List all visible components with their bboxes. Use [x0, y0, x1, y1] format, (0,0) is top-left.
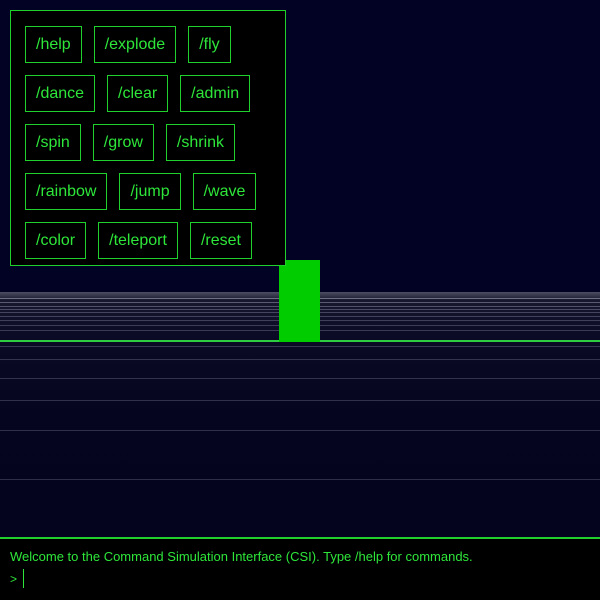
grow-command-button[interactable]: /grow: [92, 124, 154, 161]
game-stage: /help /explode /fly /dance /clear /admin…: [0, 0, 600, 600]
command-row: /spin /grow /shrink: [25, 124, 236, 161]
console-input-row: >: [10, 569, 584, 589]
clear-command-button[interactable]: /clear: [107, 75, 169, 112]
command-row: /color /teleport /reset: [25, 222, 252, 259]
rainbow-command-button[interactable]: /rainbow: [25, 173, 108, 210]
console-welcome-message: Welcome to the Command Simulation Interf…: [10, 549, 473, 564]
command-row: /dance /clear /admin: [25, 75, 251, 112]
console-input-wrapper: [23, 569, 584, 589]
dance-command-button[interactable]: /dance: [25, 75, 96, 112]
reset-command-button[interactable]: /reset: [189, 222, 252, 259]
fly-command-button[interactable]: /fly: [188, 26, 231, 63]
grid-line: [0, 359, 600, 360]
console-panel: Welcome to the Command Simulation Interf…: [0, 537, 600, 600]
teleport-command-button[interactable]: /teleport: [98, 222, 178, 259]
jump-command-button[interactable]: /jump: [119, 173, 181, 210]
command-input[interactable]: [23, 569, 584, 589]
grid-line: [0, 346, 600, 347]
grid-line: [0, 479, 600, 480]
grid-line: [0, 430, 600, 431]
grid-line: [0, 400, 600, 401]
console-prompt: >: [10, 572, 18, 586]
admin-command-button[interactable]: /admin: [180, 75, 251, 112]
spin-command-button[interactable]: /spin: [25, 124, 81, 161]
command-row: /help /explode /fly: [25, 26, 231, 63]
wave-command-button[interactable]: /wave: [192, 173, 257, 210]
shrink-command-button[interactable]: /shrink: [165, 124, 236, 161]
explode-command-button[interactable]: /explode: [93, 26, 177, 63]
text-caret: [23, 569, 25, 588]
color-command-button[interactable]: /color: [25, 222, 87, 259]
player-block: [279, 260, 320, 342]
command-row: /rainbow /jump /wave: [25, 173, 257, 210]
help-command-button[interactable]: /help: [25, 26, 82, 63]
command-panel: /help /explode /fly /dance /clear /admin…: [10, 10, 286, 266]
grid-line: [0, 378, 600, 379]
